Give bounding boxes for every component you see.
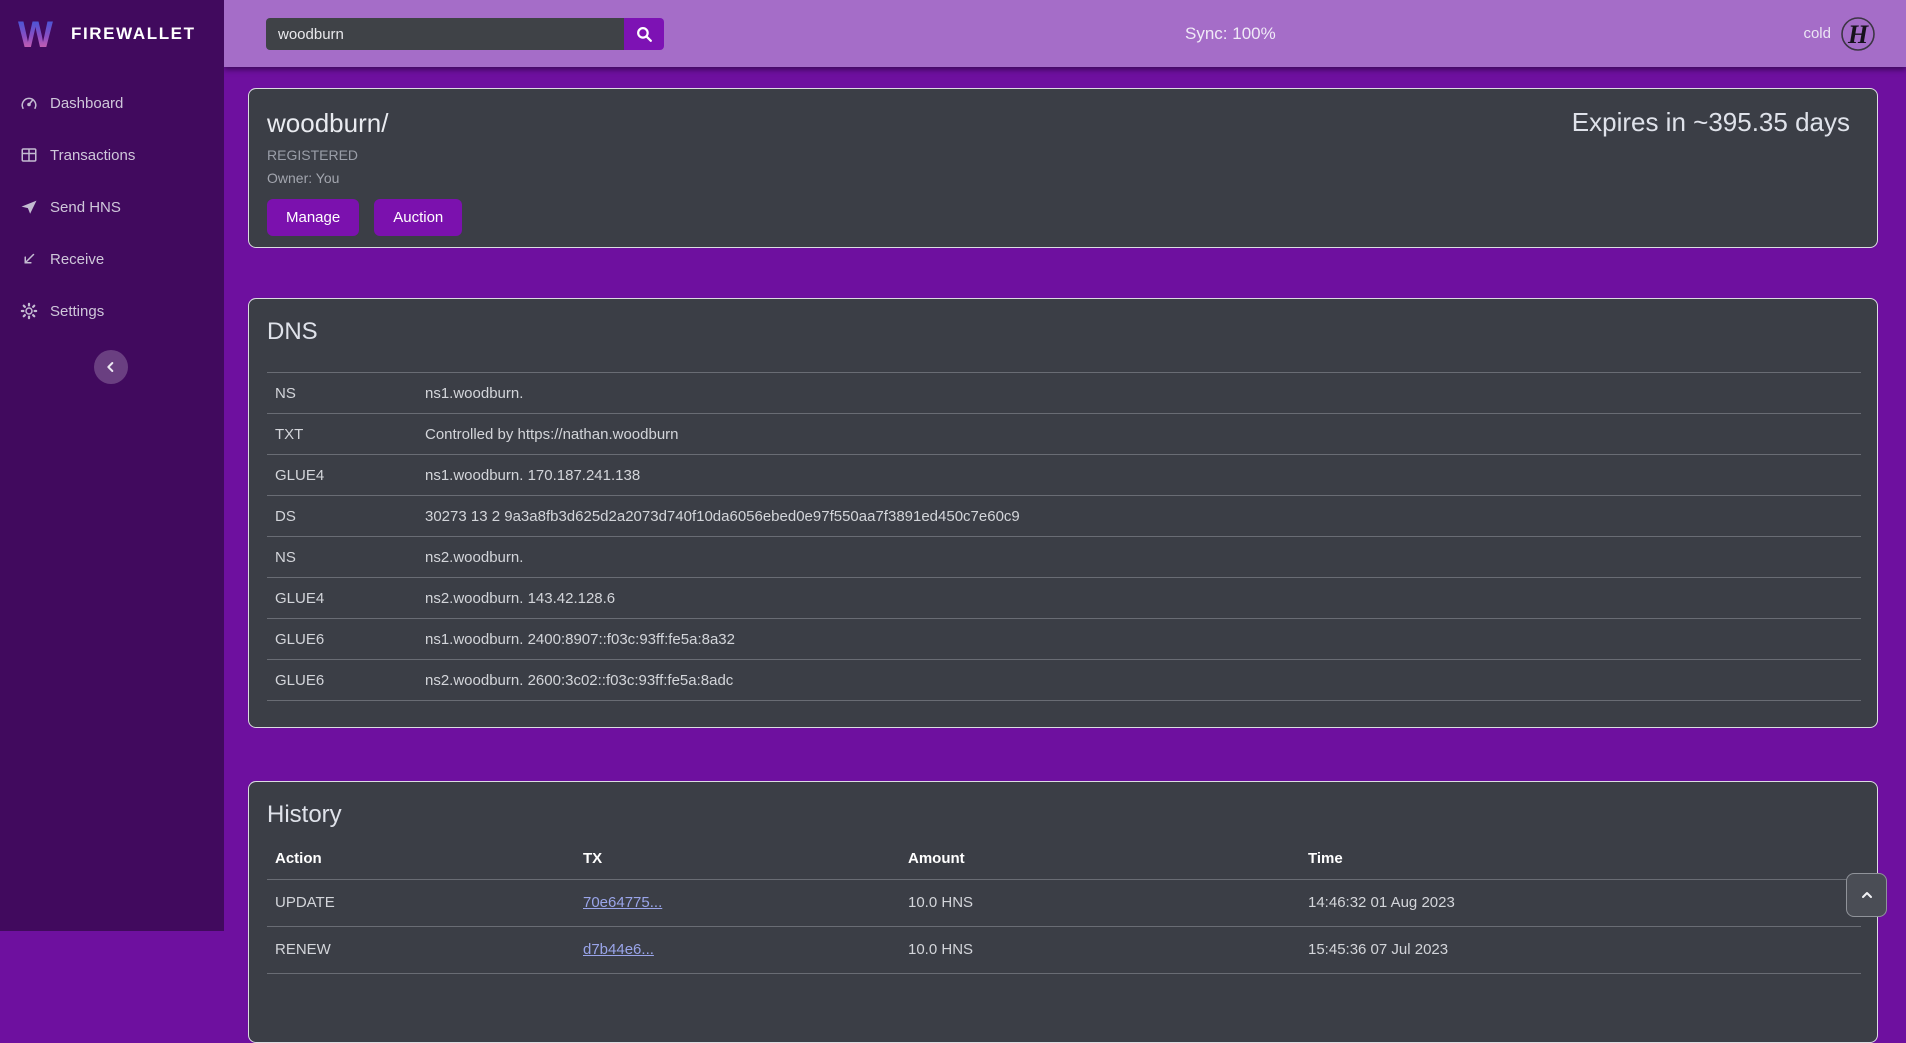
main-content: woodburn/ REGISTERED Owner: You Manage A…	[224, 67, 1906, 1043]
dns-record-row: TXT Controlled by https://nathan.woodbur…	[267, 414, 1861, 455]
search-bar	[266, 18, 664, 50]
receive-arrow-icon	[20, 250, 38, 268]
domain-owner: Owner: You	[267, 170, 1859, 186]
expiry-label: Expires in ~395.35 days	[1572, 107, 1850, 138]
svg-text:H: H	[1847, 20, 1869, 49]
send-icon	[20, 198, 38, 216]
domain-card: woodburn/ REGISTERED Owner: You Manage A…	[248, 88, 1878, 248]
history-title: History	[267, 801, 1859, 829]
scroll-to-top-button[interactable]	[1846, 873, 1887, 917]
history-time: 15:45:36 07 Jul 2023	[1300, 926, 1861, 973]
auction-button[interactable]: Auction	[374, 199, 462, 236]
history-col-amount: Amount	[900, 839, 1300, 879]
sidebar: W FIREWALLET Dashboard Transactions	[0, 0, 224, 931]
dns-record-row: NS ns1.woodburn.	[267, 373, 1861, 414]
dns-record-value: Controlled by https://nathan.woodburn	[417, 414, 1861, 455]
dns-record-type: GLUE6	[267, 619, 417, 660]
history-time: 14:46:32 01 Aug 2023	[1300, 879, 1861, 926]
history-table: Action TX Amount Time UPDATE 70e64775...…	[267, 839, 1861, 974]
dns-record-type: GLUE6	[267, 660, 417, 701]
dns-record-type: NS	[267, 537, 417, 578]
topbar: Sync: 100% cold H	[224, 0, 1906, 67]
dns-record-value: ns2.woodburn. 2600:3c02::f03c:93ff:fe5a:…	[417, 660, 1861, 701]
handshake-logo-icon[interactable]: H	[1840, 16, 1876, 52]
search-input[interactable]	[266, 18, 624, 50]
history-row: UPDATE 70e64775... 10.0 HNS 14:46:32 01 …	[267, 879, 1861, 926]
sidebar-item-label: Receive	[50, 251, 104, 268]
dns-record-type: TXT	[267, 414, 417, 455]
history-action: RENEW	[267, 926, 575, 973]
dns-record-row: GLUE4 ns1.woodburn. 170.187.241.138	[267, 455, 1861, 496]
sidebar-item-dashboard[interactable]: Dashboard	[0, 77, 224, 129]
dns-record-type: GLUE4	[267, 455, 417, 496]
sidebar-item-transactions[interactable]: Transactions	[0, 129, 224, 181]
dashboard-icon	[20, 94, 38, 112]
sidebar-item-label: Settings	[50, 303, 104, 320]
svg-text:W: W	[18, 14, 53, 54]
sidebar-item-label: Transactions	[50, 147, 135, 164]
firewallet-logo-icon: W	[18, 14, 58, 54]
history-col-action: Action	[267, 839, 575, 879]
dns-record-value: ns1.woodburn.	[417, 373, 1861, 414]
history-col-tx: TX	[575, 839, 900, 879]
dns-record-type: GLUE4	[267, 578, 417, 619]
sidebar-collapse-button[interactable]	[94, 350, 128, 384]
dns-record-value: 30273 13 2 9a3a8fb3d625d2a2073d740f10da6…	[417, 496, 1861, 537]
history-card: History Action TX Amount Time UPDATE 70e…	[248, 781, 1878, 1043]
sidebar-item-send-hns[interactable]: Send HNS	[0, 181, 224, 233]
dns-table: NS ns1.woodburn. TXT Controlled by https…	[267, 372, 1861, 701]
dns-record-value: ns1.woodburn. 170.187.241.138	[417, 455, 1861, 496]
tx-link[interactable]: 70e64775...	[583, 894, 662, 911]
sidebar-item-label: Send HNS	[50, 199, 121, 216]
manage-button[interactable]: Manage	[267, 199, 359, 236]
wallet-switcher[interactable]: cold H	[1803, 0, 1876, 67]
history-header-row: Action TX Amount Time	[267, 839, 1861, 879]
dns-record-value: ns2.woodburn.	[417, 537, 1861, 578]
dns-record-row: DS 30273 13 2 9a3a8fb3d625d2a2073d740f10…	[267, 496, 1861, 537]
dns-title: DNS	[267, 318, 1859, 346]
search-button[interactable]	[624, 18, 664, 50]
search-icon	[635, 25, 654, 44]
sidebar-item-label: Dashboard	[50, 95, 123, 112]
dns-card: DNS NS ns1.woodburn. TXT Controlled by h…	[248, 298, 1878, 728]
wallet-name: cold	[1803, 25, 1831, 42]
sync-status: Sync: 100%	[1185, 0, 1276, 67]
history-action: UPDATE	[267, 879, 575, 926]
chevron-up-icon	[1859, 887, 1875, 903]
transactions-icon	[20, 146, 38, 164]
history-amount: 10.0 HNS	[900, 926, 1300, 973]
dns-record-row: GLUE6 ns2.woodburn. 2600:3c02::f03c:93ff…	[267, 660, 1861, 701]
sidebar-item-settings[interactable]: Settings	[0, 285, 224, 337]
sidebar-item-receive[interactable]: Receive	[0, 233, 224, 285]
dns-record-type: DS	[267, 496, 417, 537]
chevron-left-icon	[103, 359, 119, 375]
domain-actions: Manage Auction	[267, 199, 1859, 236]
sidebar-nav: Dashboard Transactions Send HNS	[0, 77, 224, 337]
domain-status: REGISTERED	[267, 147, 1859, 163]
dns-record-value: ns2.woodburn. 143.42.128.6	[417, 578, 1861, 619]
app-logo[interactable]: W FIREWALLET	[0, 0, 224, 67]
tx-link[interactable]: d7b44e6...	[583, 941, 654, 958]
dns-record-row: NS ns2.woodburn.	[267, 537, 1861, 578]
dns-record-type: NS	[267, 373, 417, 414]
history-col-time: Time	[1300, 839, 1861, 879]
gear-icon	[20, 302, 38, 320]
history-row: RENEW d7b44e6... 10.0 HNS 15:45:36 07 Ju…	[267, 926, 1861, 973]
dns-record-row: GLUE4 ns2.woodburn. 143.42.128.6	[267, 578, 1861, 619]
app-title: FIREWALLET	[71, 24, 196, 44]
dns-record-value: ns1.woodburn. 2400:8907::f03c:93ff:fe5a:…	[417, 619, 1861, 660]
history-amount: 10.0 HNS	[900, 879, 1300, 926]
dns-record-row: GLUE6 ns1.woodburn. 2400:8907::f03c:93ff…	[267, 619, 1861, 660]
